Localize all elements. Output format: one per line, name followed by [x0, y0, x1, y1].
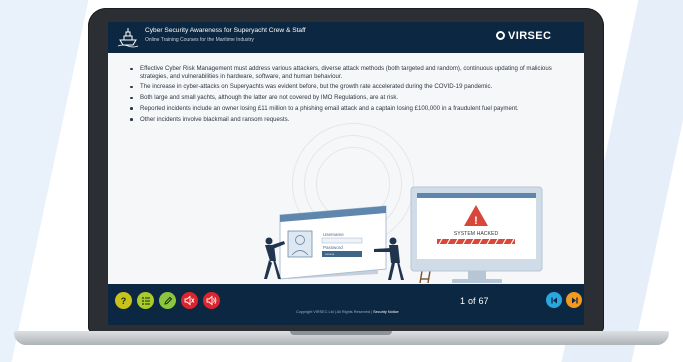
- help-button[interactable]: ?: [115, 292, 132, 309]
- security-notice-link[interactable]: Security Notice: [373, 310, 399, 314]
- list-icon: [141, 296, 150, 305]
- first-page-icon: [550, 297, 557, 303]
- system-hacked-text: SYSTEM HACKED: [454, 231, 499, 237]
- pencil-icon: [163, 296, 172, 305]
- username-field: [321, 237, 363, 244]
- page-indicator: 1 of 67: [460, 296, 492, 306]
- background-stripe-left: [0, 0, 89, 362]
- password-mask: ******: [325, 252, 335, 257]
- page-current: 1: [460, 296, 466, 306]
- laptop-notch: [290, 331, 392, 335]
- page-of: of: [468, 296, 476, 306]
- course-subtitle: Online Training Courses for the Maritime…: [145, 37, 254, 43]
- question-icon: ?: [120, 295, 127, 306]
- caution-tape: [437, 238, 515, 245]
- copyright-label: Copyright VIRSEC Ltd | All Rights Reserv…: [296, 310, 373, 314]
- speaker-mute-icon: [184, 295, 195, 306]
- audio-mute-button[interactable]: [181, 292, 198, 309]
- menu-button[interactable]: [137, 292, 154, 309]
- course-title: Cyber Security Awareness for Superyacht …: [145, 27, 306, 34]
- user-avatar-icon: [287, 230, 313, 258]
- first-page-button[interactable]: [546, 292, 562, 308]
- notes-button[interactable]: [159, 292, 176, 309]
- login-window: Username Password ******: [279, 205, 387, 280]
- svg-text:!: !: [474, 215, 478, 227]
- brand-logo: VIRSEC: [496, 30, 551, 42]
- course-screen: Cyber Security Awareness for Superyacht …: [108, 22, 584, 325]
- next-page-icon: [571, 297, 578, 303]
- hacked-monitor: ! SYSTEM HACKED: [410, 186, 543, 283]
- brand-name: VIRSEC: [508, 30, 552, 42]
- course-header: Cyber Security Awareness for Superyacht …: [108, 22, 584, 53]
- password-label: Password: [323, 245, 343, 250]
- username-label: Username: [323, 232, 344, 237]
- page-total: 67: [478, 296, 489, 306]
- next-page-button[interactable]: [566, 292, 582, 308]
- speaker-sound-icon: [206, 295, 217, 306]
- ship-logo-icon: [117, 28, 139, 48]
- copyright-text: Copyright VIRSEC Ltd | All Rights Reserv…: [296, 310, 399, 314]
- hacking-illustration: Username Password ****** ! SYSTEM HACKED: [264, 186, 543, 284]
- brand-mark-icon: [496, 31, 505, 40]
- course-footer: ? Copyright VIRSEC Ltd | All Rights Rese…: [108, 284, 584, 325]
- audio-play-button[interactable]: [203, 292, 220, 309]
- slide-content: Effective Cyber Risk Management must add…: [108, 53, 584, 284]
